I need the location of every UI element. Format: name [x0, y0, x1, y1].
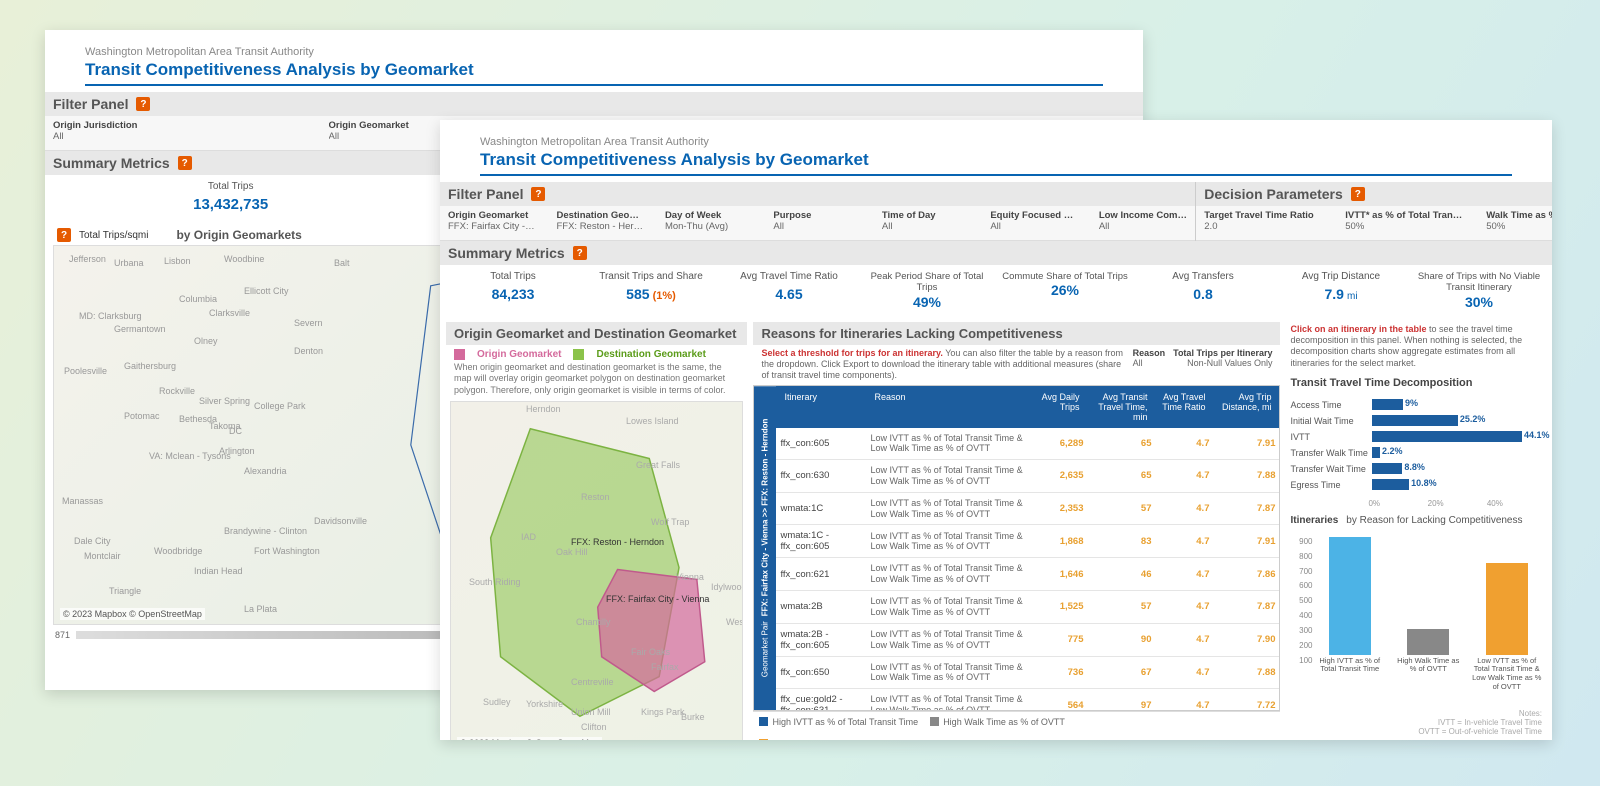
decomp-bar-row: Initial Wait Time25.2% — [1290, 413, 1542, 429]
header: Washington Metropolitan Area Transit Aut… — [45, 30, 1143, 92]
decomp-bar-row: IVTT44.1% — [1290, 429, 1542, 445]
filter-item[interactable]: Day of WeekMon-Thu (Avg) — [665, 210, 753, 232]
table-body[interactable]: ffx_con:605Low IVTT as % of Total Transi… — [776, 428, 1279, 710]
decomposition-chart[interactable]: Access Time9%Initial Wait Time25.2%IVTT4… — [1286, 395, 1546, 495]
reasons-chart-header: Itineraries by Reason for Lacking Compet… — [1286, 512, 1546, 529]
decomp-bar-row: Access Time9% — [1290, 397, 1542, 413]
reasons-panel: Reasons for Itineraries Lacking Competit… — [753, 322, 1280, 740]
filter-item[interactable]: PurposeAll — [773, 210, 861, 232]
metric: Total Trips84,233 — [448, 267, 578, 314]
filter-item[interactable]: Destination GeomarketFFX: Reston - Hernd… — [556, 210, 644, 232]
filter-item[interactable]: Origin GeomarketFFX: Fairfax City - Vien… — [448, 210, 536, 232]
table-side-label: Geomarket Pair FFX: Fairfax City - Vienn… — [754, 386, 776, 710]
table-row[interactable]: ffx_cue:gold2 - ffx_con:631Low IVTT as %… — [776, 689, 1279, 710]
metric: Commute Share of Total Trips26% — [1000, 267, 1130, 314]
table-row[interactable]: ffx_con:605Low IVTT as % of Total Transi… — [776, 428, 1279, 461]
header-subtitle: Washington Metropolitan Area Transit Aut… — [85, 46, 1103, 58]
decomposition-panel: Click on an itinerary in the table to se… — [1286, 322, 1546, 740]
table-row[interactable]: ffx_con:621Low IVTT as % of Total Transi… — [776, 558, 1279, 591]
filter-panel-header: Filter Panel ? — [45, 92, 1143, 116]
decomp-bar-row: Transfer Walk Time2.2% — [1290, 445, 1542, 461]
trips-filter[interactable]: Total Trips per Itinerary Non-Null Value… — [1173, 348, 1272, 382]
metric: Share of Trips with No Viable Transit It… — [1414, 267, 1544, 314]
table-row[interactable]: wmata:2BLow IVTT as % of Total Transit T… — [776, 591, 1279, 624]
filter-row: Origin GeomarketFFX: Fairfax City - Vien… — [440, 206, 1195, 241]
header-subtitle: Washington Metropolitan Area Transit Aut… — [480, 136, 1512, 148]
table-row[interactable]: wmata:1CLow IVTT as % of Total Transit T… — [776, 493, 1279, 526]
reasons-bar: Low IVTT as % of Total Transit Time & Lo… — [1471, 537, 1542, 693]
metric: Transit Trips and Share585 (1%) — [586, 267, 716, 314]
dp-row: Target Travel Time Ratio2.0 IVTT* as % of… — [1196, 206, 1552, 241]
metrics-row: Total Trips84,233Transit Trips and Share… — [440, 265, 1552, 322]
dp-item[interactable]: Walk Time as % of OVTT*50% — [1486, 210, 1552, 232]
swatch-origin — [454, 349, 465, 360]
dp-item[interactable]: Target Travel Time Ratio2.0 — [1204, 210, 1325, 232]
header: Washington Metropolitan Area Transit Aut… — [440, 120, 1552, 182]
dashboard-front-card: Washington Metropolitan Area Transit Aut… — [440, 120, 1552, 740]
table-row[interactable]: wmata:2B - ffx_con:605Low IVTT as % of T… — [776, 624, 1279, 657]
metric: Peak Period Share of Total Trips49% — [862, 267, 992, 314]
header-title: Transit Competitiveness Analysis by Geom… — [480, 150, 1512, 170]
metric-total-trips: Total Trips 13,432,735 — [53, 177, 408, 217]
decision-params-header: Decision Parameters ? — [1196, 182, 1552, 206]
header-title: Transit Competitiveness Analysis by Geom… — [85, 60, 1103, 80]
dp-item[interactable]: IVTT* as % of Total Transit Time50% — [1345, 210, 1466, 232]
legend: Origin Geomarket Destination Geomarket — [446, 345, 747, 362]
footnotes: Notes: IVTT = In-vehicle Travel Time OVT… — [1418, 709, 1542, 736]
reasons-bar: High Walk Time as % of OVTT — [1393, 537, 1464, 693]
table-row[interactable]: ffx_con:650Low IVTT as % of Total Transi… — [776, 657, 1279, 690]
summary-metrics-header: Summary Metrics ? — [440, 241, 1552, 265]
help-icon[interactable]: ? — [573, 246, 587, 260]
legend-item: Low IVTT as % of Total Transit Time & Lo… — [759, 739, 1046, 740]
reasons-bar-chart[interactable]: 900800700600500400300200100 High IVTT as… — [1286, 533, 1546, 693]
table-footer-legend: High IVTT as % of Total Transit Time High… — [753, 711, 1280, 740]
filter-item[interactable]: Low Income CommunitiesAll — [1099, 210, 1187, 232]
reason-filter[interactable]: Reason All — [1133, 348, 1166, 382]
filter-item[interactable]: Time of DayAll — [882, 210, 970, 232]
filter-item[interactable]: Equity Focused CommunitiesAll — [990, 210, 1078, 232]
metric: Avg Trip Distance7.9 mi — [1276, 267, 1406, 314]
swatch-dest — [573, 349, 584, 360]
table-row[interactable]: ffx_con:630Low IVTT as % of Total Transi… — [776, 460, 1279, 493]
metric: Avg Transfers0.8 — [1138, 267, 1268, 314]
decomp-bar-row: Egress Time10.8% — [1290, 477, 1542, 493]
decomp-bar-row: Transfer Wait Time8.8% — [1290, 461, 1542, 477]
itinerary-table: Geomarket Pair FFX: Fairfax City - Vienn… — [753, 385, 1280, 711]
filter-item[interactable]: Origin JurisdictionAll — [53, 120, 309, 142]
help-icon[interactable]: ? — [136, 97, 150, 111]
help-icon[interactable]: ? — [57, 228, 71, 242]
help-icon[interactable]: ? — [531, 187, 545, 201]
help-icon[interactable]: ? — [1351, 187, 1365, 201]
metric: Avg Travel Time Ratio4.65 — [724, 267, 854, 314]
legend-item: High IVTT as % of Total Transit Time — [759, 717, 918, 727]
help-icon[interactable]: ? — [178, 156, 192, 170]
map-attribution: © 2023 Mapbox © OpenStreetMap — [60, 608, 205, 620]
table-row[interactable]: wmata:1C - ffx_con:605Low IVTT as % of T… — [776, 525, 1279, 558]
filter-panel-header: Filter Panel ? — [440, 182, 1195, 206]
origin-dest-panel: Origin Geomarket and Destination Geomark… — [446, 322, 747, 740]
legend-item: High Walk Time as % of OVTT — [930, 717, 1065, 727]
reasons-bar: High IVTT as % of Total Transit Time — [1314, 537, 1385, 693]
geomarket-map[interactable]: FFX: Reston - Herndon FFX: Fairfax City … — [450, 401, 743, 740]
table-header: Itinerary Reason Avg Daily Trips Avg Tra… — [776, 386, 1279, 428]
